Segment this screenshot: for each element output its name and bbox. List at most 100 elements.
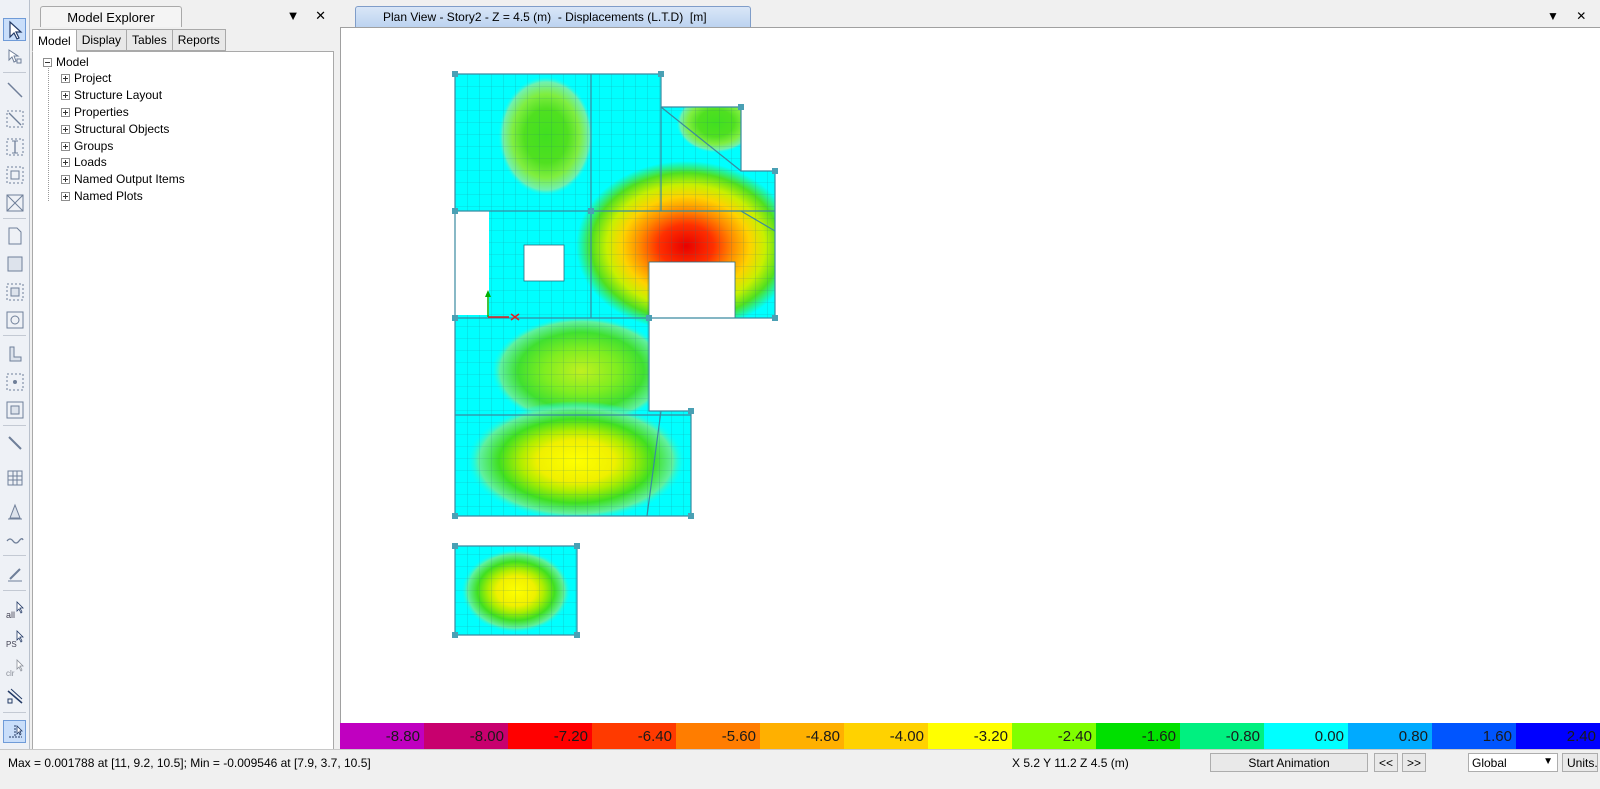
circle-icon[interactable] bbox=[3, 308, 26, 331]
plan-view-tab[interactable]: Plan View - Story2 - Z = 4.5 (m) - Displ… bbox=[355, 6, 751, 27]
coordinate-system-select[interactable]: Global ▼ bbox=[1468, 753, 1558, 772]
legend-label: -0.80 bbox=[1225, 728, 1260, 745]
tree-item-label: Structure Layout bbox=[74, 88, 163, 102]
expand-icon[interactable] bbox=[61, 107, 70, 117]
legend-cell: -1.60 bbox=[1096, 723, 1180, 749]
expand-icon[interactable] bbox=[61, 141, 70, 151]
rectangle-frame-icon[interactable] bbox=[3, 398, 26, 421]
explorer-title-tab[interactable]: Model Explorer bbox=[40, 6, 182, 27]
grid-icon[interactable] bbox=[3, 466, 26, 489]
etabs-window: all PS clr Model Explorer ▼ ✕ Model Disp… bbox=[0, 0, 1600, 789]
legend-cell: -6.40 bbox=[592, 723, 676, 749]
legend-label: 0.00 bbox=[1314, 728, 1344, 745]
tree-item-named-output-items[interactable]: Named Output Items bbox=[61, 171, 185, 187]
contour-legend: -8.80 -8.00 -7.20 -6.40 -5.60 -4.80 -4.00 -3.20… bbox=[340, 723, 1600, 749]
tree-item-label: Structural Objects bbox=[74, 122, 170, 136]
diagonal-icon[interactable] bbox=[3, 431, 26, 454]
previous-step-button[interactable]: << bbox=[1374, 753, 1398, 772]
explorer-controls[interactable]: ▼ ✕ bbox=[287, 8, 332, 24]
slab-opening bbox=[648, 261, 736, 319]
legend-label: -7.20 bbox=[553, 728, 588, 745]
legend-label: 2.40 bbox=[1566, 728, 1596, 745]
legend-label: -1.60 bbox=[1141, 728, 1176, 745]
clear-selection-icon[interactable]: clr bbox=[3, 656, 26, 679]
legend-cell: -4.80 bbox=[760, 723, 844, 749]
legend-cell: -8.00 bbox=[424, 723, 508, 749]
units-button[interactable]: Units... bbox=[1562, 753, 1598, 772]
lines-icon[interactable] bbox=[3, 684, 26, 707]
draw-line-icon[interactable] bbox=[3, 78, 26, 101]
reshape-icon[interactable] bbox=[3, 45, 26, 68]
next-step-button[interactable]: >> bbox=[1402, 753, 1426, 772]
tab-model[interactable]: Model bbox=[32, 29, 77, 52]
cone-icon[interactable] bbox=[3, 500, 26, 523]
tree-item-label: Named Plots bbox=[74, 189, 143, 203]
coordinate-icon[interactable] bbox=[3, 720, 26, 743]
legend-cell: 2.40 bbox=[1516, 723, 1600, 749]
tree-item-label: Groups bbox=[74, 139, 114, 153]
chevron-down-icon: ▼ bbox=[1543, 756, 1553, 767]
legend-cell: 0.80 bbox=[1348, 723, 1432, 749]
dotted-rectangle-icon[interactable] bbox=[3, 280, 26, 303]
legend-label: -2.40 bbox=[1057, 728, 1092, 745]
displacement-contour-plot bbox=[452, 71, 778, 638]
legend-label: 1.60 bbox=[1482, 728, 1512, 745]
tree-item-label: Named Output Items bbox=[74, 172, 185, 186]
legend-cell: -7.20 bbox=[508, 723, 592, 749]
tree-root-label: Model bbox=[56, 55, 89, 69]
tab-display[interactable]: Display bbox=[75, 29, 128, 51]
tree-item-label: Properties bbox=[74, 105, 129, 119]
tree-item-named-plots[interactable]: Named Plots bbox=[61, 188, 143, 204]
select-intersect-icon[interactable] bbox=[3, 107, 26, 130]
explorer-title: Model Explorer bbox=[67, 9, 155, 25]
rectangle-icon[interactable] bbox=[3, 252, 26, 275]
tree-item-structural-objects[interactable]: Structural Objects bbox=[61, 121, 169, 137]
cursor-coordinates: X 5.2 Y 11.2 Z 4.5 (m) bbox=[1012, 756, 1129, 770]
expand-icon[interactable] bbox=[61, 124, 70, 134]
expand-icon[interactable] bbox=[61, 90, 70, 100]
tree-item-loads[interactable]: Loads bbox=[61, 154, 107, 170]
collapse-icon[interactable] bbox=[43, 57, 52, 67]
select-all-icon[interactable]: all bbox=[3, 598, 26, 621]
tree-item-project[interactable]: Project bbox=[61, 70, 111, 86]
point-object-icon[interactable] bbox=[3, 370, 26, 393]
legend-label: -3.20 bbox=[973, 728, 1008, 745]
legend-cell: -2.40 bbox=[1012, 723, 1096, 749]
expand-icon[interactable] bbox=[61, 73, 70, 83]
dimension-icon[interactable] bbox=[3, 135, 26, 158]
tree-item-properties[interactable]: Properties bbox=[61, 104, 129, 120]
legend-label: 0.80 bbox=[1398, 728, 1428, 745]
legend-cell: -5.60 bbox=[676, 723, 760, 749]
legend-cell: -0.80 bbox=[1180, 723, 1264, 749]
plan-view-controls[interactable]: ▼ ✕ bbox=[1547, 9, 1593, 23]
model-tree: Model Project Structure Layout Propertie… bbox=[32, 51, 334, 761]
slab-opening bbox=[455, 211, 489, 315]
legend-label: -8.80 bbox=[385, 728, 420, 745]
pen-icon[interactable] bbox=[3, 562, 26, 585]
expand-icon[interactable] bbox=[61, 157, 70, 167]
pointer-icon[interactable] bbox=[3, 18, 26, 41]
expand-icon[interactable] bbox=[61, 174, 70, 184]
start-animation-button[interactable]: Start Animation bbox=[1210, 753, 1368, 772]
explorer-tab-strip: Model Display Tables Reports bbox=[32, 29, 226, 52]
left-toolbar: all PS clr bbox=[0, 0, 30, 766]
tree-item-groups[interactable]: Groups bbox=[61, 138, 113, 154]
previous-selection-icon[interactable]: PS bbox=[3, 627, 26, 650]
cross-select-icon[interactable] bbox=[3, 191, 26, 214]
page-icon[interactable] bbox=[3, 224, 26, 247]
bracket-icon[interactable] bbox=[3, 342, 26, 365]
tab-reports[interactable]: Reports bbox=[171, 29, 226, 51]
expand-icon[interactable] bbox=[61, 191, 70, 201]
model-explorer: Model Explorer ▼ ✕ Model Display Tables … bbox=[30, 0, 340, 766]
tree-item-label: Loads bbox=[74, 155, 107, 169]
status-bar: Max = 0.001788 at [11, 9.2, 10.5]; Min =… bbox=[0, 749, 1600, 789]
multi-select-icon[interactable] bbox=[3, 163, 26, 186]
legend-label: -4.00 bbox=[889, 728, 924, 745]
tree-item-structure-layout[interactable]: Structure Layout bbox=[61, 87, 162, 103]
plan-view-canvas[interactable] bbox=[340, 27, 1600, 723]
tab-tables[interactable]: Tables bbox=[126, 29, 173, 51]
tree-root-model[interactable]: Model bbox=[43, 54, 89, 70]
wave-icon[interactable] bbox=[3, 528, 26, 551]
legend-label: -8.00 bbox=[469, 728, 504, 745]
